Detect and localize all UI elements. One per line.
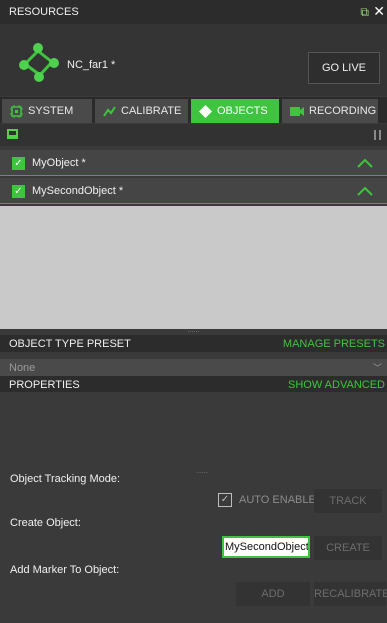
tab-objects-label: OBJECTS xyxy=(217,105,268,117)
window-title: RESOURCES xyxy=(9,6,79,18)
project-header: NC_far1 * GO LIVE xyxy=(0,24,387,96)
object-checkbox[interactable]: ✓ xyxy=(12,157,25,170)
chevron-up-icon[interactable] xyxy=(357,186,373,196)
restore-window-icon[interactable]: ⧉ xyxy=(360,5,369,20)
cpu-icon xyxy=(10,104,23,118)
preset-selected-value: None xyxy=(9,362,36,374)
track-button[interactable]: TRACK xyxy=(314,489,382,513)
object-name: MyObject * xyxy=(32,157,86,169)
tracking-mode-label: Object Tracking Mode: xyxy=(10,473,121,485)
molecule-logo-icon xyxy=(19,43,59,82)
list-item[interactable]: ✓ MyObject * xyxy=(0,150,387,176)
go-live-button[interactable]: GO LIVE xyxy=(308,52,380,84)
chevron-down-icon: ﹀ xyxy=(372,363,382,373)
object-name-input[interactable]: MySecondObject xyxy=(222,536,310,558)
object-name: MySecondObject * xyxy=(32,185,124,197)
recalibrate-button[interactable]: RECALIBRATE xyxy=(314,582,387,606)
tab-system[interactable]: SYSTEM xyxy=(2,99,92,123)
add-button[interactable]: ADD xyxy=(236,582,310,606)
add-marker-label: Add Marker To Object: xyxy=(10,564,120,576)
list-item[interactable]: ✓ MySecondObject * xyxy=(0,178,387,204)
properties-label: PROPERTIES xyxy=(9,379,80,391)
title-bar: RESOURCES ⧉ ✕ xyxy=(0,0,387,24)
object-list-empty-area xyxy=(0,206,387,329)
close-icon[interactable]: ✕ xyxy=(373,3,385,20)
project-name: NC_far1 * xyxy=(67,59,116,71)
show-advanced-link[interactable]: SHOW ADVANCED xyxy=(288,379,385,391)
create-object-label: Create Object: xyxy=(10,517,81,529)
tab-calibrate[interactable]: CALIBRATE xyxy=(95,99,188,123)
tab-recording[interactable]: RECORDING xyxy=(282,99,378,123)
diamond-icon xyxy=(199,104,212,118)
manage-presets-link[interactable]: MANAGE PRESETS xyxy=(283,338,385,350)
preset-select[interactable]: None ﹀ xyxy=(0,359,387,376)
video-camera-icon xyxy=(290,106,304,116)
create-button[interactable]: CREATE xyxy=(314,536,382,560)
main-tabs: SYSTEM CALIBRATE OBJECTS RECORDING xyxy=(0,97,387,123)
tab-recording-label: RECORDING xyxy=(309,105,377,117)
pause-icon[interactable] xyxy=(374,130,381,140)
objects-toolbar xyxy=(0,124,387,146)
preset-label: OBJECT TYPE PRESET xyxy=(9,338,131,350)
tab-system-label: SYSTEM xyxy=(28,105,74,117)
tab-calibrate-label: CALIBRATE xyxy=(121,105,182,117)
auto-enable-checkbox[interactable]: ✓ xyxy=(218,493,232,507)
properties-section-header: PROPERTIES SHOW ADVANCED xyxy=(0,376,387,393)
add-object-icon[interactable] xyxy=(7,129,18,139)
wand-icon xyxy=(103,106,116,117)
resize-handle[interactable]: ...... xyxy=(196,468,208,475)
tab-objects[interactable]: OBJECTS xyxy=(191,99,279,123)
chevron-up-icon[interactable] xyxy=(357,158,373,168)
object-checkbox[interactable]: ✓ xyxy=(12,185,25,198)
auto-enable-label: AUTO ENABLE xyxy=(239,494,316,506)
preset-section-header: OBJECT TYPE PRESET MANAGE PRESETS xyxy=(0,335,387,352)
